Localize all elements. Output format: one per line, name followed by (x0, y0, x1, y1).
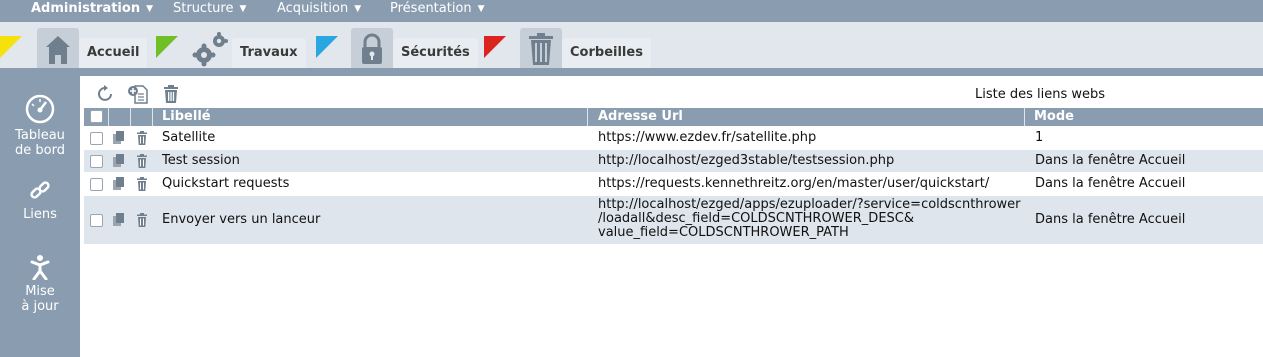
menu-administration[interactable]: Administration ▼ (31, 0, 153, 22)
row-checkbox[interactable] (90, 155, 103, 168)
row-checkbox[interactable] (90, 132, 103, 145)
row-mode: Dans la fenêtre Accueil (1035, 153, 1186, 168)
sidebar-item-mise-a-jour[interactable]: Mise à jour (0, 254, 80, 314)
lock-icon (362, 33, 382, 64)
row-url: http://localhost/ezged/apps/ezuploader/?… (598, 198, 1021, 240)
tab-accueil[interactable]: Accueil (79, 38, 148, 68)
yellow-flag-icon (0, 36, 22, 58)
select-all-checkbox[interactable] (90, 110, 103, 123)
table-row[interactable]: Test session http://localhost/ezged3stab… (84, 150, 1263, 172)
row-checkbox[interactable] (90, 178, 103, 191)
row-label: Test session (162, 153, 240, 168)
sidebar-item-label: Tableau (15, 128, 65, 143)
caret-down-icon: ▼ (146, 4, 153, 14)
tab-bar-divider (0, 68, 1263, 76)
tab-travaux[interactable]: Travaux (232, 38, 306, 68)
dashboard-gauge-icon (25, 94, 55, 124)
trash-row-icon[interactable] (136, 131, 148, 145)
column-divider (108, 108, 109, 126)
row-url-line: http://localhost/ezged/apps/ezuploader/?… (598, 197, 1021, 212)
column-divider (152, 108, 153, 126)
caret-down-icon: ▼ (477, 4, 485, 14)
gears-icon (192, 32, 228, 67)
trash-icon (529, 33, 553, 65)
tab-travaux-icon-box[interactable] (189, 28, 231, 68)
tab-securites-icon-box[interactable] (351, 28, 393, 68)
column-header-libelle[interactable]: Libellé (162, 108, 211, 126)
row-url-line: value_field=COLDSCNTHROWER_PATH (598, 225, 849, 240)
menu-presentation[interactable]: Présentation ▼ (390, 0, 485, 22)
copy-icon[interactable] (112, 213, 126, 227)
caret-down-icon: ▼ (239, 4, 247, 14)
sidebar-item-label: de bord (15, 143, 65, 158)
table-row[interactable]: Satellite https://www.ezdev.fr/satellite… (84, 127, 1263, 149)
copy-icon[interactable] (112, 154, 126, 168)
sidebar-item-liens[interactable]: Liens (0, 179, 80, 222)
table-row[interactable]: Envoyer vers un lanceur http://localhost… (84, 196, 1263, 244)
trash-row-icon[interactable] (136, 213, 148, 227)
sidebar-item-label: Mise (25, 284, 55, 299)
tab-accueil-icon-box[interactable] (37, 28, 79, 68)
delete-icon[interactable] (162, 84, 180, 104)
tab-securites[interactable]: Sécurités (393, 38, 478, 68)
red-flag-icon (484, 36, 506, 58)
trash-row-icon[interactable] (136, 177, 148, 191)
table-row[interactable]: Quickstart requests https://requests.ken… (84, 173, 1263, 195)
link-icon (30, 181, 50, 199)
menu-structure[interactable]: Structure ▼ (173, 0, 246, 22)
tab-corbeilles[interactable]: Corbeilles (562, 38, 651, 68)
sidebar-item-label: Liens (23, 207, 57, 222)
blue-flag-icon (316, 36, 338, 58)
row-url-line: /loadall&desc_field=COLDSCNTHROWER_DESC& (598, 211, 914, 226)
row-mode: Dans la fenêtre Accueil (1035, 212, 1186, 227)
row-mode: Dans la fenêtre Accueil (1035, 176, 1186, 191)
trash-row-icon[interactable] (136, 154, 148, 168)
row-label: Envoyer vers un lanceur (162, 212, 321, 227)
row-checkbox[interactable] (90, 214, 103, 227)
sidebar: Tableau de bord Liens Mise à jour (0, 76, 80, 357)
refresh-icon[interactable] (96, 84, 116, 104)
sidebar-item-tableau-de-bord[interactable]: Tableau de bord (0, 94, 80, 158)
add-document-icon[interactable] (127, 84, 149, 104)
top-menu-bar: Administration ▼ Structure ▼ Acquisition ▼ … (0, 0, 1263, 22)
column-divider (130, 108, 131, 126)
home-icon (46, 36, 70, 64)
copy-icon[interactable] (112, 177, 126, 191)
column-divider (587, 108, 588, 126)
row-url: https://www.ezdev.fr/satellite.php (598, 130, 817, 145)
tab-corbeilles-icon-box[interactable] (520, 28, 562, 68)
sidebar-item-label: à jour (21, 299, 59, 314)
green-flag-icon (156, 36, 178, 58)
row-url: http://localhost/ezged3stable/testsessio… (598, 153, 895, 168)
column-divider (1024, 108, 1025, 126)
row-label: Quickstart requests (162, 176, 290, 191)
row-label: Satellite (162, 130, 216, 145)
update-figure-icon (30, 255, 50, 280)
caret-down-icon: ▼ (354, 4, 362, 14)
row-mode: 1 (1035, 130, 1044, 145)
menu-acquisition[interactable]: Acquisition ▼ (277, 0, 361, 22)
copy-icon[interactable] (112, 131, 126, 145)
row-url: https://requests.kennethreitz.org/en/mas… (598, 176, 990, 191)
list-title: Liste des liens webs (975, 87, 1106, 102)
column-header-adresse-url[interactable]: Adresse Url (598, 108, 683, 126)
column-header-mode[interactable]: Mode (1034, 108, 1074, 126)
table-header: Libellé Adresse Url Mode (84, 108, 1263, 126)
